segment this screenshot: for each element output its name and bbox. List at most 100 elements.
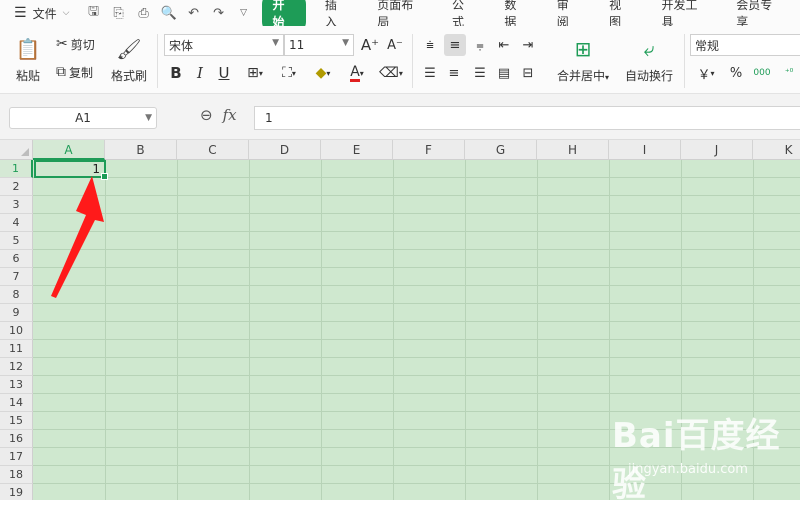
name-box[interactable]: A1 ▼ [9, 107, 157, 129]
clear-button[interactable]: ⌫ ▾ [376, 62, 406, 84]
print-icon[interactable]: ⎙ [136, 6, 152, 21]
cut-label: 剪切 [70, 37, 95, 52]
column-header-b[interactable]: B [105, 140, 177, 160]
fx-icon[interactable]: fx [223, 106, 237, 124]
row-header-17[interactable]: 17 [0, 448, 33, 466]
print-preview-icon[interactable]: 🔍 [161, 6, 177, 21]
row-header-19[interactable]: 19 [0, 484, 33, 500]
thousands-button[interactable]: 000 [750, 62, 774, 84]
row-header-4[interactable]: 4 [0, 214, 33, 232]
format-painter-button[interactable]: 🖌 格式刷 [108, 32, 150, 88]
row-header-15[interactable]: 15 [0, 412, 33, 430]
row-header-1[interactable]: 1 [0, 160, 33, 178]
row-header-10[interactable]: 10 [0, 322, 33, 340]
merge-center-button[interactable]: ⊞ 合并居中▾ [550, 32, 616, 88]
formula-tools: ⊖ fx [200, 106, 237, 124]
save-icon[interactable]: 🖫 [86, 2, 102, 24]
row-header-14[interactable]: 14 [0, 394, 33, 412]
column-header-h[interactable]: H [537, 140, 609, 160]
percent-button[interactable]: % [726, 62, 746, 84]
underline-button[interactable]: U [214, 62, 234, 84]
chevron-down-icon: ▼ [145, 113, 152, 123]
column-header-k[interactable]: K [753, 140, 800, 160]
number-format-select[interactable]: 常规 [690, 34, 800, 56]
column-header-g[interactable]: G [465, 140, 537, 160]
watermark-url: jingyan.baidu.com [628, 462, 748, 477]
row-header-6[interactable]: 6 [0, 250, 33, 268]
column-header-j[interactable]: J [681, 140, 753, 160]
zoom-icon[interactable]: ⊖ [200, 106, 213, 124]
grid-line [33, 357, 800, 358]
number-format-value: 常规 [695, 38, 720, 53]
chevron-down-icon: ▼ [342, 38, 349, 48]
font-name-select[interactable]: 宋体 ▼ [164, 34, 284, 56]
row-header-16[interactable]: 16 [0, 430, 33, 448]
grid-line [33, 339, 800, 340]
redo-icon[interactable]: ↷ [211, 6, 227, 21]
increase-font-button[interactable]: A⁺ [360, 34, 380, 56]
divider [684, 34, 685, 88]
increase-indent-button[interactable]: ⇥ [518, 34, 538, 56]
row-header-18[interactable]: 18 [0, 466, 33, 484]
italic-button[interactable]: I [190, 62, 210, 84]
align-left-button[interactable]: ☰ [420, 62, 440, 84]
align-top-button[interactable]: ⩧ [420, 34, 440, 56]
customize-dropdown-icon[interactable]: ▽ [236, 8, 252, 18]
copy-icon: ⧉ [56, 64, 66, 80]
divider [157, 34, 158, 88]
row-header-7[interactable]: 7 [0, 268, 33, 286]
align-middle-button[interactable]: ≡ [444, 34, 466, 56]
grid-line [33, 249, 800, 250]
cell-style-button[interactable]: ⛶ ▾ [274, 62, 304, 84]
export-icon[interactable]: ⎘ [111, 6, 127, 21]
align-bottom-button[interactable]: ⩦ [470, 34, 490, 56]
column-header-i[interactable]: I [609, 140, 681, 160]
decrease-font-button[interactable]: A⁻ [385, 34, 405, 56]
column-header-e[interactable]: E [321, 140, 393, 160]
arrow-shape [51, 176, 104, 298]
select-all-corner[interactable] [0, 140, 33, 160]
justify-button[interactable]: ▤ [494, 62, 514, 84]
grid-line [177, 160, 178, 500]
grid-line [33, 285, 800, 286]
row-header-2[interactable]: 2 [0, 178, 33, 196]
currency-button[interactable]: ￥ ▾ [692, 62, 720, 84]
font-size-select[interactable]: 11 ▼ [284, 34, 354, 56]
row-header-5[interactable]: 5 [0, 232, 33, 250]
column-header-d[interactable]: D [249, 140, 321, 160]
align-right-button[interactable]: ☰ [470, 62, 490, 84]
cut-button[interactable]: ✂ 剪切 [56, 34, 95, 54]
undo-icon[interactable]: ↶ [186, 6, 202, 21]
file-menu[interactable]: ☰ 文件 ⌵ [0, 5, 82, 22]
wrap-text-button[interactable]: ⤶ 自动换行 [620, 32, 678, 88]
bold-button[interactable]: B [166, 62, 186, 84]
hamburger-icon: ☰ [14, 5, 27, 21]
paste-button[interactable]: 📋 粘贴 [8, 32, 48, 88]
border-button[interactable]: ⊞ ▾ [240, 62, 270, 84]
grid-line [33, 375, 800, 376]
column-header-c[interactable]: C [177, 140, 249, 160]
row-header-9[interactable]: 9 [0, 304, 33, 322]
column-header-f[interactable]: F [393, 140, 465, 160]
grid-line [609, 160, 610, 500]
row-header-3[interactable]: 3 [0, 196, 33, 214]
chevron-down-icon: ▼ [272, 38, 279, 48]
grid-line [33, 177, 800, 178]
row-header-13[interactable]: 13 [0, 376, 33, 394]
copy-button[interactable]: ⧉ 复制 [56, 62, 93, 82]
row-header-8[interactable]: 8 [0, 286, 33, 304]
row-header-11[interactable]: 11 [0, 340, 33, 358]
formula-input[interactable]: 1 [254, 106, 800, 130]
grid-line [33, 267, 800, 268]
align-center-button[interactable]: ≡ [444, 62, 464, 84]
row-header-12[interactable]: 12 [0, 358, 33, 376]
grid-line [33, 321, 800, 322]
fill-color-button[interactable]: ◆ ▾ [308, 62, 338, 84]
font-color-button[interactable]: A ▾ [342, 62, 372, 84]
distribute-button[interactable]: ⊟ [518, 62, 538, 84]
decrease-indent-button[interactable]: ⇤ [494, 34, 514, 56]
column-header-a[interactable]: A [33, 140, 105, 160]
grid-line [33, 213, 800, 214]
increase-decimal-button[interactable]: ⁺⁰ [778, 62, 800, 84]
grid-line [33, 303, 800, 304]
